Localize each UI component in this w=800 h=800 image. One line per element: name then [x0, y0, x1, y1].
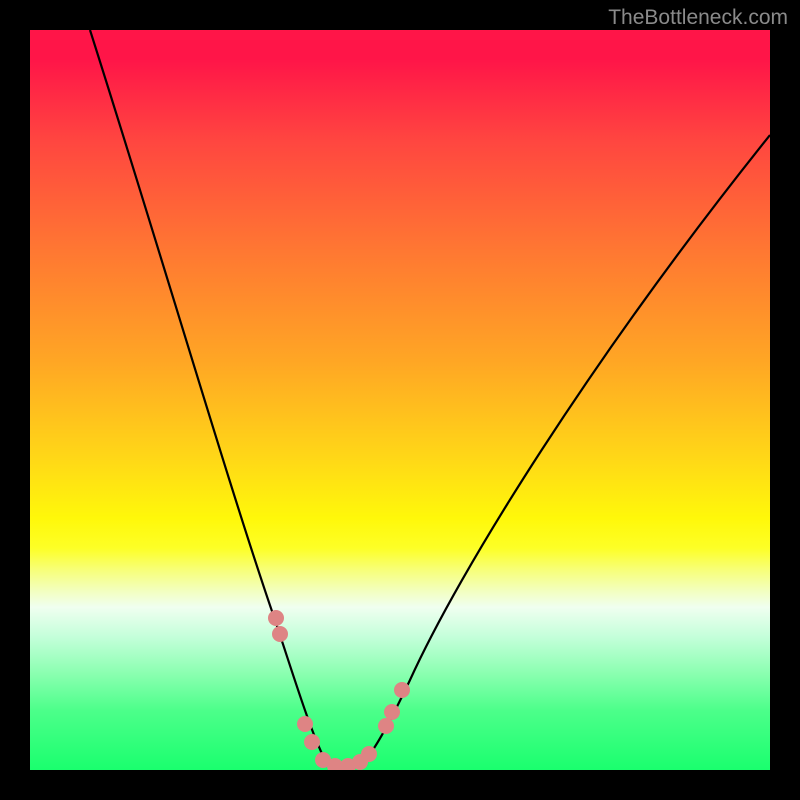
gradient-plot-area [30, 30, 770, 770]
watermark-text: TheBottleneck.com [608, 6, 788, 30]
